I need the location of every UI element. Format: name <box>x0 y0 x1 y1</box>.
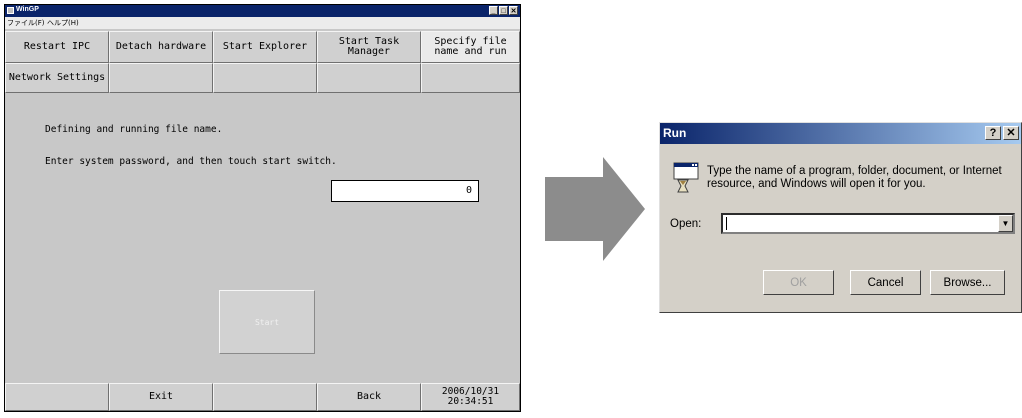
cancel-button[interactable]: Cancel <box>850 270 921 295</box>
wingp-title: WinGP <box>16 6 39 13</box>
specify-file-name-and-run-button[interactable]: Specify file name and run <box>421 31 520 63</box>
wingp-window: WinGP _ □ ✕ ファイル(F) ヘルプ(H) Restart IPC D… <box>4 4 521 412</box>
transition-arrow-icon <box>545 157 645 261</box>
minimize-button[interactable]: _ <box>489 6 498 15</box>
combo-dropdown-icon[interactable]: ▼ <box>998 215 1013 232</box>
start-explorer-button[interactable]: Start Explorer <box>213 31 317 63</box>
ok-button[interactable]: OK <box>763 270 834 295</box>
run-dialog: Run ? ✕ Type the name of a program, fold… <box>659 122 1022 313</box>
content-area: Defining and running file name. Enter sy… <box>5 93 520 385</box>
wingp-app-icon <box>7 7 14 14</box>
run-description: Type the name of a program, folder, docu… <box>707 165 1002 190</box>
empty-button <box>109 63 213 93</box>
help-button[interactable]: ? <box>985 126 1001 140</box>
wingp-titlebar: WinGP _ □ ✕ <box>5 5 520 17</box>
empty-button <box>5 383 109 411</box>
start-button[interactable]: Start <box>219 290 315 354</box>
wingp-menubar: ファイル(F) ヘルプ(H) <box>5 17 520 29</box>
close-button[interactable]: ✕ <box>1003 126 1019 140</box>
empty-button <box>213 383 317 411</box>
password-input[interactable]: 0 <box>331 180 479 202</box>
text-cursor <box>726 217 727 230</box>
start-task-manager-button[interactable]: Start Task Manager <box>317 31 421 63</box>
close-button[interactable]: ✕ <box>509 6 518 15</box>
menu-help[interactable]: ヘルプ(H) <box>47 18 79 28</box>
instruction-message-1: Defining and running file name. <box>45 124 223 135</box>
restart-ipc-button[interactable]: Restart IPC <box>5 31 109 63</box>
exit-button[interactable]: Exit <box>109 383 213 411</box>
browse-button[interactable]: Browse... <box>930 270 1005 295</box>
empty-button <box>421 63 520 93</box>
empty-button <box>213 63 317 93</box>
detach-hardware-button[interactable]: Detach hardware <box>109 31 213 63</box>
open-label: Open: <box>670 218 702 230</box>
network-settings-button[interactable]: Network Settings <box>5 63 109 93</box>
back-button[interactable]: Back <box>317 383 421 411</box>
run-program-icon <box>673 162 699 193</box>
open-combobox[interactable]: ▼ <box>721 213 1015 234</box>
empty-button <box>317 63 421 93</box>
menu-file[interactable]: ファイル(F) <box>7 18 45 28</box>
run-titlebar: Run ? ✕ <box>660 123 1021 144</box>
run-title: Run <box>663 126 687 140</box>
maximize-button[interactable]: □ <box>499 6 508 15</box>
datetime-display: 2006/10/31 20:34:51 <box>421 383 520 411</box>
instruction-message-2: Enter system password, and then touch st… <box>45 156 337 167</box>
